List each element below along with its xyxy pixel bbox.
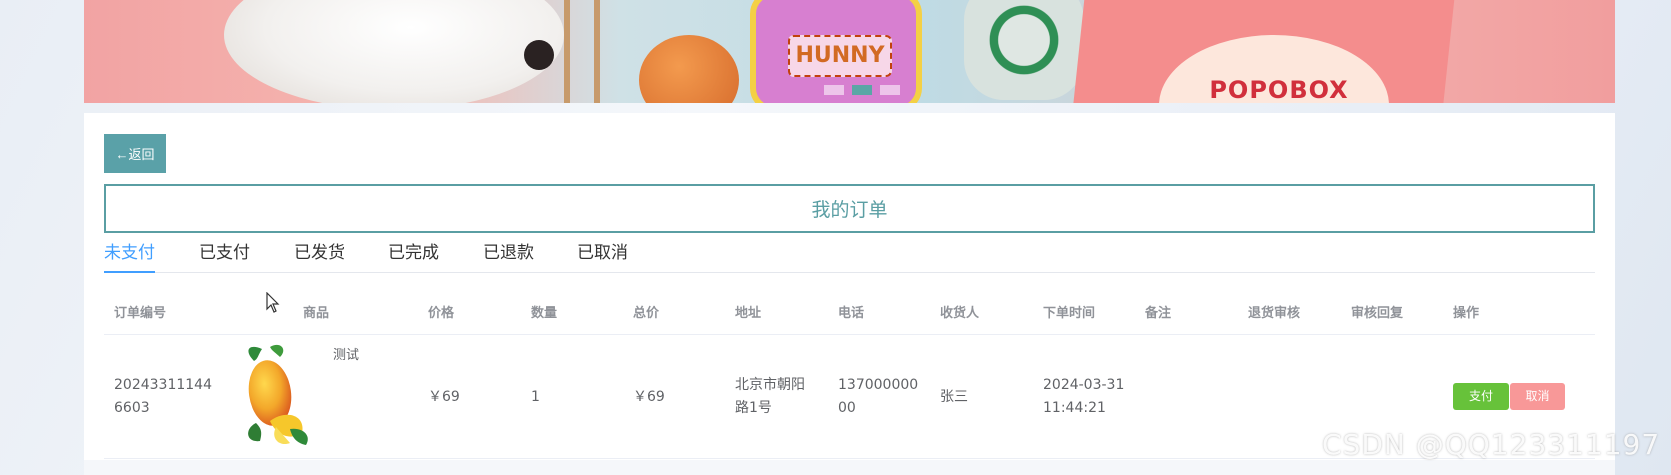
toy-ball xyxy=(639,35,739,103)
page-title: 我的订单 xyxy=(811,199,888,221)
carousel-dot-active[interactable] xyxy=(852,85,872,95)
product-name: 测试 xyxy=(333,348,360,363)
page-title-box: 我的订单 xyxy=(104,184,1595,233)
order-time-cell: 2024-03-31 11:44:21 xyxy=(1043,374,1124,420)
phone-cell: 137000000 00 xyxy=(838,374,918,420)
column-header-order-time: 下单时间 xyxy=(1043,306,1096,321)
phone-line: 137000000 xyxy=(838,377,919,393)
page-bottom xyxy=(84,460,1615,475)
receiver-cell: 张三 xyxy=(940,389,968,405)
tab-paid[interactable]: 已支付 xyxy=(199,241,250,272)
column-header-total: 总价 xyxy=(633,306,660,321)
order-number-line: 6603 xyxy=(114,400,150,416)
order-time-line: 2024-03-31 xyxy=(1043,377,1125,393)
phone-line: 00 xyxy=(838,400,856,416)
treat-stick xyxy=(594,0,600,103)
column-header-receiver: 收货人 xyxy=(940,306,980,321)
gift-box-label: POPOBOX xyxy=(1209,76,1349,103)
tab-shipped[interactable]: 已发货 xyxy=(294,241,345,272)
tab-unpaid[interactable]: 未支付 xyxy=(104,241,155,273)
quantity-cell: 1 xyxy=(531,389,540,405)
price-cell: ￥69 xyxy=(428,389,460,405)
order-time-line: 11:44:21 xyxy=(1043,400,1106,416)
column-header-address: 地址 xyxy=(735,306,762,321)
tab-completed[interactable]: 已完成 xyxy=(388,241,439,272)
address-line: 路1号 xyxy=(735,400,772,416)
column-header-actions: 操作 xyxy=(1453,306,1480,321)
tab-refunded[interactable]: 已退款 xyxy=(483,241,534,272)
column-header-order-no: 订单编号 xyxy=(114,306,167,321)
address-cell: 北京市朝阳 路1号 xyxy=(735,374,805,420)
pay-button[interactable]: 支付 xyxy=(1453,383,1509,410)
mouse-cursor-icon xyxy=(266,292,280,313)
column-header-return-review: 退货审核 xyxy=(1248,306,1301,321)
carousel-dot[interactable] xyxy=(880,85,900,95)
banner-carousel[interactable]: HUNNY POPOBOX xyxy=(84,0,1615,103)
column-header-phone: 电话 xyxy=(838,306,865,321)
watermark: CSDN @QQ123311197 xyxy=(1322,428,1661,461)
treat-stick xyxy=(564,0,570,103)
column-header-quantity: 数量 xyxy=(531,306,558,321)
order-status-tabs: 未支付 已支付 已发货 已完成 已退款 已取消 xyxy=(104,241,1595,273)
order-number-cell: 20243311144 6603 xyxy=(114,374,212,420)
honey-toy-label: HUNNY xyxy=(788,35,892,77)
order-number-line: 20243311144 xyxy=(114,377,212,393)
column-header-review-reply: 审核回复 xyxy=(1351,306,1404,321)
tab-cancelled[interactable]: 已取消 xyxy=(577,241,628,272)
column-header-product: 商品 xyxy=(303,306,330,321)
product-image xyxy=(248,344,308,445)
dog-nose xyxy=(524,40,554,70)
carousel-indicators xyxy=(824,85,900,95)
column-header-remark: 备注 xyxy=(1145,306,1172,321)
dog-image xyxy=(224,0,564,103)
address-line: 北京市朝阳 xyxy=(735,377,805,393)
total-cell: ￥69 xyxy=(633,389,665,405)
back-button[interactable]: ←返回 xyxy=(104,134,166,173)
carousel-dot[interactable] xyxy=(824,85,844,95)
column-header-price: 价格 xyxy=(428,306,455,321)
cactus-toy xyxy=(964,0,1084,100)
row-divider xyxy=(104,334,1595,335)
cancel-button[interactable]: 取消 xyxy=(1510,383,1565,410)
